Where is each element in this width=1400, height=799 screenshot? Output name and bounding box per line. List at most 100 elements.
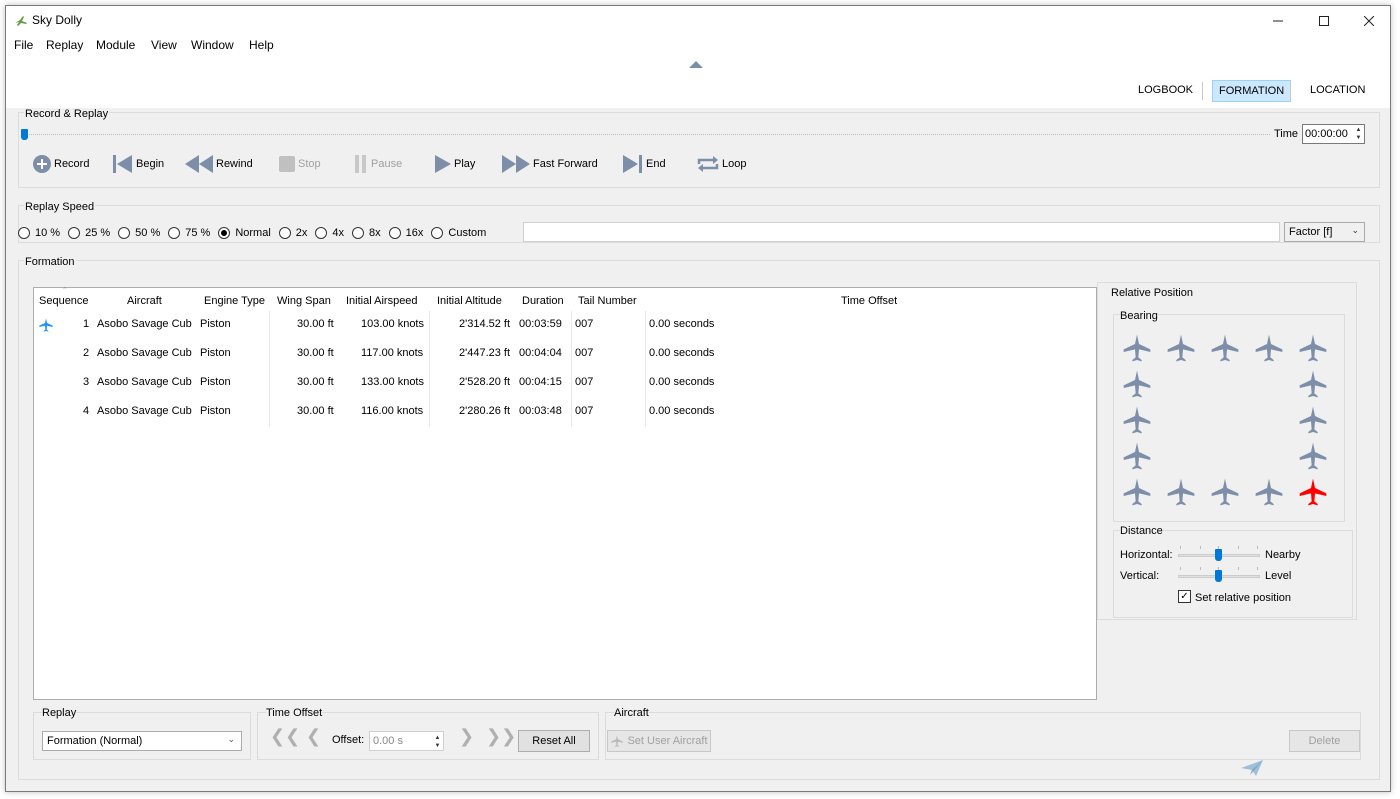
speed-radio-custom[interactable]: Custom (431, 227, 486, 239)
table-row[interactable]: 2 Asobo Savage Cub Piston 30.00 ft 117.0… (34, 340, 1094, 369)
pause-icon (355, 155, 366, 173)
horizontal-distance-slider[interactable] (1178, 546, 1260, 564)
col-initial-airspeed[interactable]: Initial Airspeed (346, 295, 418, 307)
delete-button[interactable]: Delete (1289, 730, 1360, 752)
speed-unit-select[interactable]: Factor [f] ⌄ (1284, 222, 1365, 242)
offset-label: Offset: (332, 734, 365, 746)
rewind-button[interactable]: Rewind (184, 152, 253, 176)
col-initial-altitude[interactable]: Initial Altitude (437, 295, 502, 307)
bearing-south-south-west-icon[interactable] (1165, 476, 1197, 508)
custom-speed-input[interactable] (523, 222, 1280, 242)
minimize-button[interactable] (1255, 6, 1301, 36)
bearing-north-west-icon[interactable] (1121, 332, 1153, 364)
fast-forward-offset-button[interactable]: ❯❯ (486, 726, 516, 747)
vertical-distance-slider[interactable] (1178, 567, 1260, 585)
menu-help[interactable]: Help (249, 38, 274, 52)
reset-all-button[interactable]: Reset All (518, 730, 590, 752)
speed-radio-10[interactable]: 10 % (18, 227, 60, 239)
col-engine-type[interactable]: Engine Type (204, 295, 265, 307)
play-button[interactable]: Play (434, 152, 475, 176)
pause-label: Pause (371, 158, 403, 170)
minimize-icon (1273, 20, 1283, 22)
col-sequence[interactable]: Sequence (39, 295, 89, 307)
backward-offset-button[interactable]: ❮ (306, 726, 321, 747)
menu-view[interactable]: View (151, 38, 177, 52)
bearing-east-north-east-icon[interactable] (1297, 368, 1329, 400)
collapse-up-icon[interactable] (689, 61, 703, 68)
time-spinner[interactable]: ▲ ▼ (1354, 126, 1363, 142)
replay-speed-title: Replay Speed (24, 201, 96, 213)
cell-offset: 0.00 seconds (649, 376, 715, 388)
fast-forward-icon (502, 155, 530, 173)
stop-label: Stop (298, 158, 321, 170)
table-row[interactable]: 4 Asobo Savage Cub Piston 30.00 ft 116.0… (34, 398, 1094, 427)
menu-window[interactable]: Window (191, 38, 234, 52)
horizontal-slider-handle[interactable] (1215, 549, 1222, 561)
horizontal-value: Nearby (1265, 549, 1301, 561)
bearing-south-west-icon[interactable] (1121, 476, 1153, 508)
end-button[interactable]: End (622, 152, 666, 176)
offset-input[interactable]: 0.00 s ▲ ▼ (369, 731, 444, 751)
timeline-slider-handle[interactable] (21, 129, 28, 140)
fast-forward-button[interactable]: Fast Forward (501, 152, 598, 176)
speed-radio-25[interactable]: 25 % (68, 227, 110, 239)
bearing-south-east-icon[interactable] (1297, 476, 1329, 508)
speed-radio-8x[interactable]: 8x (352, 227, 381, 239)
speed-radio-4x[interactable]: 4x (315, 227, 344, 239)
table-row[interactable]: 1 Asobo Savage Cub Piston 30.00 ft 103.0… (34, 311, 1094, 340)
bearing-west-icon[interactable] (1121, 404, 1153, 436)
speed-radio-2x[interactable]: 2x (278, 227, 307, 239)
close-button[interactable] (1346, 6, 1392, 36)
forward-offset-button[interactable]: ❯ (459, 726, 474, 747)
set-user-aircraft-button[interactable]: Set User Aircraft (607, 730, 711, 752)
vertical-slider-handle[interactable] (1215, 570, 1222, 582)
speed-radio-50[interactable]: 50 % (118, 227, 160, 239)
record-icon (33, 155, 51, 173)
table-row[interactable]: 3 Asobo Savage Cub Piston 30.00 ft 133.0… (34, 369, 1094, 398)
set-relative-position-checkbox[interactable]: ✓ (1178, 590, 1191, 603)
speed-radio-16x[interactable]: 16x (388, 227, 423, 239)
speed-radio-75[interactable]: 75 % (168, 227, 210, 239)
module-logbook-button[interactable]: LOGBOOK (1132, 80, 1199, 102)
cell-duration: 00:04:15 (519, 376, 562, 388)
bearing-east-icon[interactable] (1297, 404, 1329, 436)
timeline-slider-track[interactable] (22, 134, 1270, 136)
col-tail-number[interactable]: Tail Number (578, 295, 637, 307)
cell-tail: 007 (575, 318, 594, 330)
time-input[interactable]: 00:00:00 ▲ ▼ (1302, 124, 1365, 144)
col-duration[interactable]: Duration (522, 295, 564, 307)
begin-button[interactable]: Begin (112, 152, 164, 176)
menu-module[interactable]: Module (96, 38, 135, 52)
formation-table[interactable]: ⌃ Sequence Aircraft Engine Type Wing Spa… (33, 287, 1097, 700)
offset-value: 0.00 s (373, 735, 403, 747)
vertical-label: Vertical: (1120, 570, 1160, 582)
replay-mode-select[interactable]: Formation (Normal) ⌄ (42, 731, 242, 751)
module-formation-button[interactable]: FORMATION (1212, 80, 1292, 102)
menu-replay[interactable]: Replay (46, 38, 83, 52)
offset-spinner[interactable]: ▲ ▼ (433, 734, 442, 750)
col-aircraft[interactable]: Aircraft (127, 295, 162, 307)
bearing-west-north-west-icon[interactable] (1121, 368, 1153, 400)
col-wing-span[interactable]: Wing Span (277, 295, 331, 307)
bearing-north-north-east-icon[interactable] (1253, 332, 1285, 364)
record-button[interactable]: Record (32, 152, 89, 176)
menu-file[interactable]: File (14, 38, 33, 52)
loop-button[interactable]: Loop (696, 152, 746, 176)
pause-button[interactable]: Pause (353, 152, 402, 176)
bearing-north-north-west-icon[interactable] (1165, 332, 1197, 364)
bearing-north-east-icon[interactable] (1297, 332, 1329, 364)
stop-button[interactable]: Stop (278, 152, 321, 176)
module-location-button[interactable]: LOCATION (1304, 80, 1371, 102)
bearing-south-south-east-icon[interactable] (1253, 476, 1285, 508)
bearing-south-icon[interactable] (1209, 476, 1241, 508)
cell-sequence: 1 (83, 318, 90, 330)
fast-backward-offset-button[interactable]: ❮❮ (270, 726, 300, 747)
cell-airspeed: 116.00 knots (361, 405, 424, 417)
bearing-north-icon[interactable] (1209, 332, 1241, 364)
maximize-button[interactable] (1301, 6, 1347, 36)
bearing-east-south-east-icon[interactable] (1297, 440, 1329, 472)
bearing-west-south-west-icon[interactable] (1121, 440, 1153, 472)
set-user-aircraft-label: Set User Aircraft (627, 735, 708, 747)
speed-radio-normal[interactable]: Normal (218, 227, 271, 239)
col-time-offset[interactable]: Time Offset (841, 295, 897, 307)
